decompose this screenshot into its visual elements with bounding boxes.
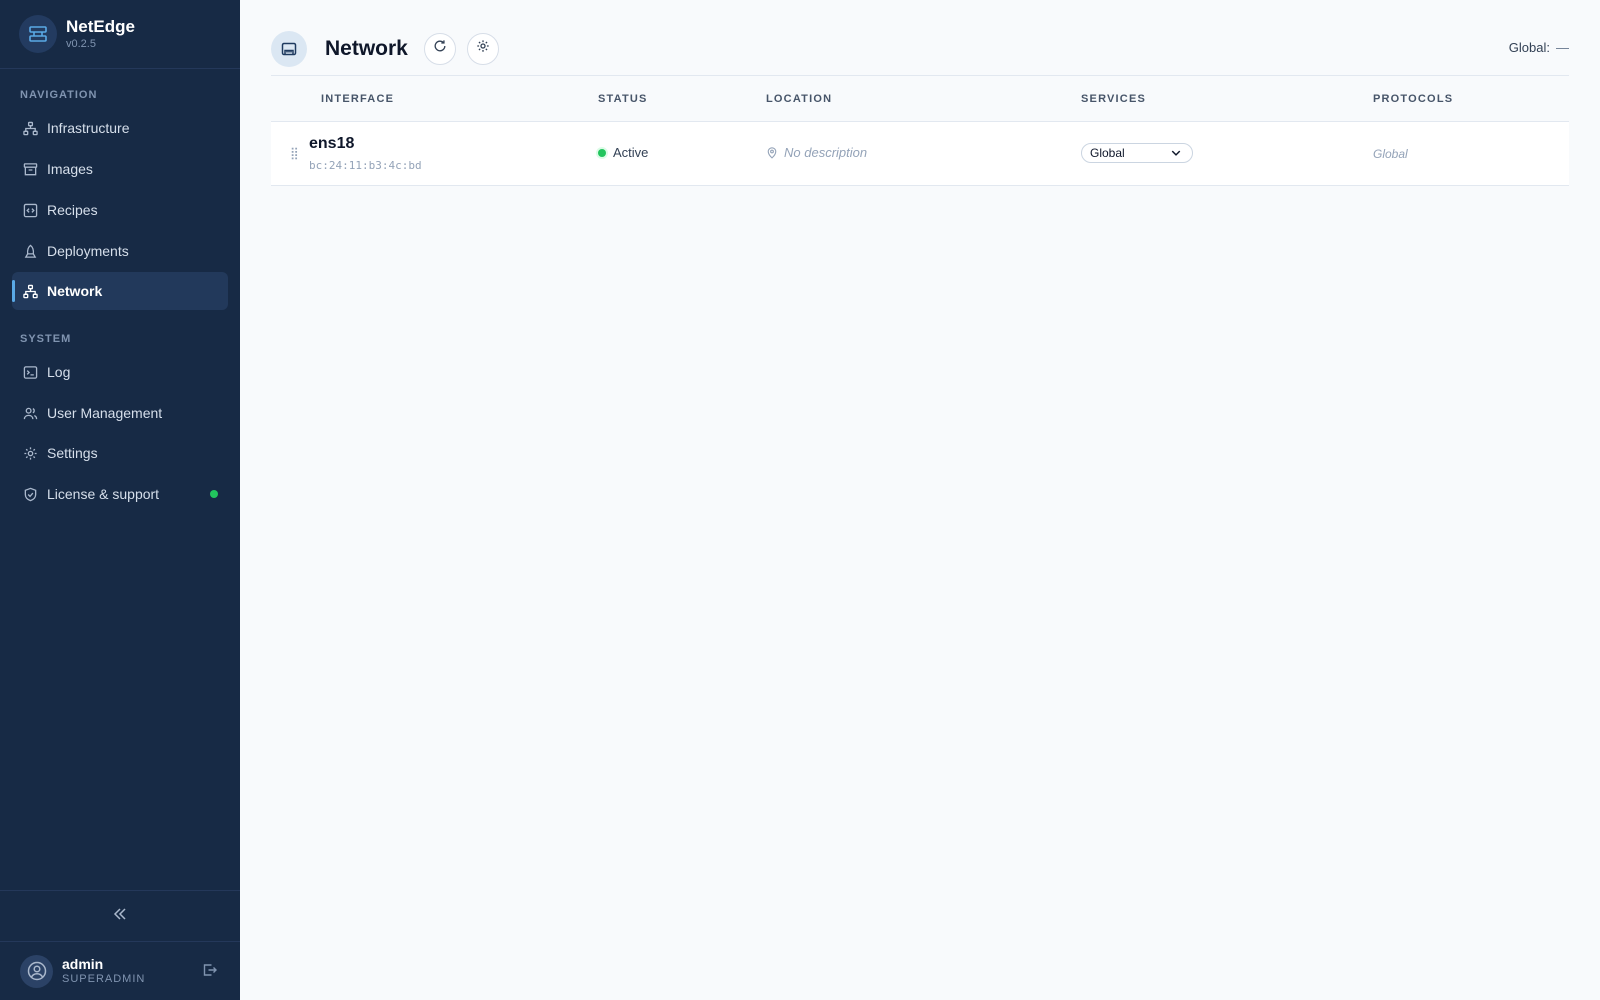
sidebar-item-label: Deployments — [47, 243, 129, 259]
table-row[interactable]: ⣿ ens18 bc:24:11:b3:4c:bd Active No desc… — [271, 122, 1569, 186]
sidebar-item-deployments[interactable]: Deployments — [12, 232, 228, 270]
column-header-status[interactable]: STATUS — [598, 93, 648, 105]
global-indicator: Global: — — [1509, 40, 1569, 55]
main-content: Network Global: — INTERFACE STATUS LOCATI… — [240, 0, 1600, 1000]
gear-icon — [476, 39, 490, 58]
drag-handle-icon[interactable]: ⣿ — [290, 146, 299, 160]
sidebar-item-label: Infrastructure — [47, 120, 130, 136]
chevron-down-icon — [1170, 147, 1182, 162]
license-status-dot — [210, 490, 218, 498]
collapse-sidebar-button[interactable] — [0, 890, 240, 942]
sidebar-item-label: Settings — [47, 445, 98, 461]
status-label: Active — [613, 145, 649, 160]
users-icon — [22, 405, 38, 421]
sidebar-item-log[interactable]: Log — [12, 353, 228, 391]
location-field[interactable]: No description — [766, 145, 867, 160]
refresh-button[interactable] — [423, 32, 456, 65]
status-badge: Active — [598, 145, 648, 160]
interface-name: ens18 — [309, 135, 355, 152]
protocols-value: Global — [1373, 147, 1408, 161]
services-value: Global — [1090, 146, 1125, 160]
brand-version: v0.2.5 — [66, 38, 96, 50]
map-pin-icon — [766, 146, 778, 159]
table-header: INTERFACE STATUS LOCATION SERVICES PROTO… — [271, 78, 1569, 122]
column-header-services[interactable]: SERVICES — [1081, 93, 1146, 105]
brand-name: NetEdge — [66, 17, 135, 36]
status-dot — [598, 148, 606, 157]
user-panel: admin SUPERADMIN — [0, 942, 240, 1000]
settings-button[interactable] — [466, 32, 499, 65]
network-switch-icon — [19, 15, 57, 53]
nav-section-label: NAVIGATION — [20, 89, 98, 101]
archive-icon — [22, 161, 38, 177]
sidebar-item-label: Log — [47, 364, 71, 380]
ethernet-port-icon — [271, 30, 307, 67]
interfaces-table: INTERFACE STATUS LOCATION SERVICES PROTO… — [271, 78, 1569, 186]
global-label: Global: — [1508, 40, 1550, 55]
sidebar-item-recipes[interactable]: Recipes — [12, 191, 228, 229]
shield-check-icon — [22, 486, 38, 502]
logout-icon[interactable] — [202, 962, 218, 983]
sidebar-item-license-support[interactable]: License & support — [12, 475, 228, 513]
sidebar-item-label: User Management — [47, 405, 163, 421]
sidebar: NetEdge v0.2.5 NAVIGATION Infrastructure… — [0, 0, 240, 1000]
column-header-interface[interactable]: INTERFACE — [321, 93, 394, 105]
user-name: admin — [62, 956, 104, 972]
sidebar-item-settings[interactable]: Settings — [12, 434, 228, 472]
sidebar-item-label: Images — [47, 161, 93, 177]
gear-icon — [22, 445, 38, 461]
sidebar-item-user-management[interactable]: User Management — [12, 394, 228, 432]
hierarchy-icon — [22, 120, 38, 136]
system-section-label: SYSTEM — [20, 333, 72, 345]
page-title: Network — [325, 36, 408, 60]
network-icon — [22, 283, 38, 299]
sidebar-item-label: Recipes — [47, 202, 98, 218]
sidebar-item-network[interactable]: Network — [12, 272, 228, 310]
location-text: No description — [784, 145, 868, 160]
sidebar-item-label: Network — [47, 283, 103, 299]
column-header-protocols[interactable]: PROTOCOLS — [1373, 93, 1453, 105]
refresh-icon — [433, 39, 447, 58]
brand: NetEdge v0.2.5 — [0, 0, 240, 69]
terminal-icon — [22, 364, 38, 380]
sidebar-item-infrastructure[interactable]: Infrastructure — [12, 109, 228, 147]
interface-mac: bc:24:11:b3:4c:bd — [309, 159, 422, 172]
code-file-icon — [22, 202, 38, 218]
page-header: Network Global: — — [271, 30, 1569, 76]
user-role: SUPERADMIN — [62, 973, 146, 985]
services-select[interactable]: Global — [1081, 143, 1193, 163]
rocket-icon — [22, 243, 38, 259]
column-header-location[interactable]: LOCATION — [766, 93, 832, 105]
chevrons-left-icon — [112, 906, 128, 927]
global-value: — — [1556, 40, 1569, 55]
avatar[interactable] — [20, 954, 53, 988]
sidebar-item-label: License & support — [47, 486, 160, 502]
sidebar-item-images[interactable]: Images — [12, 150, 228, 188]
